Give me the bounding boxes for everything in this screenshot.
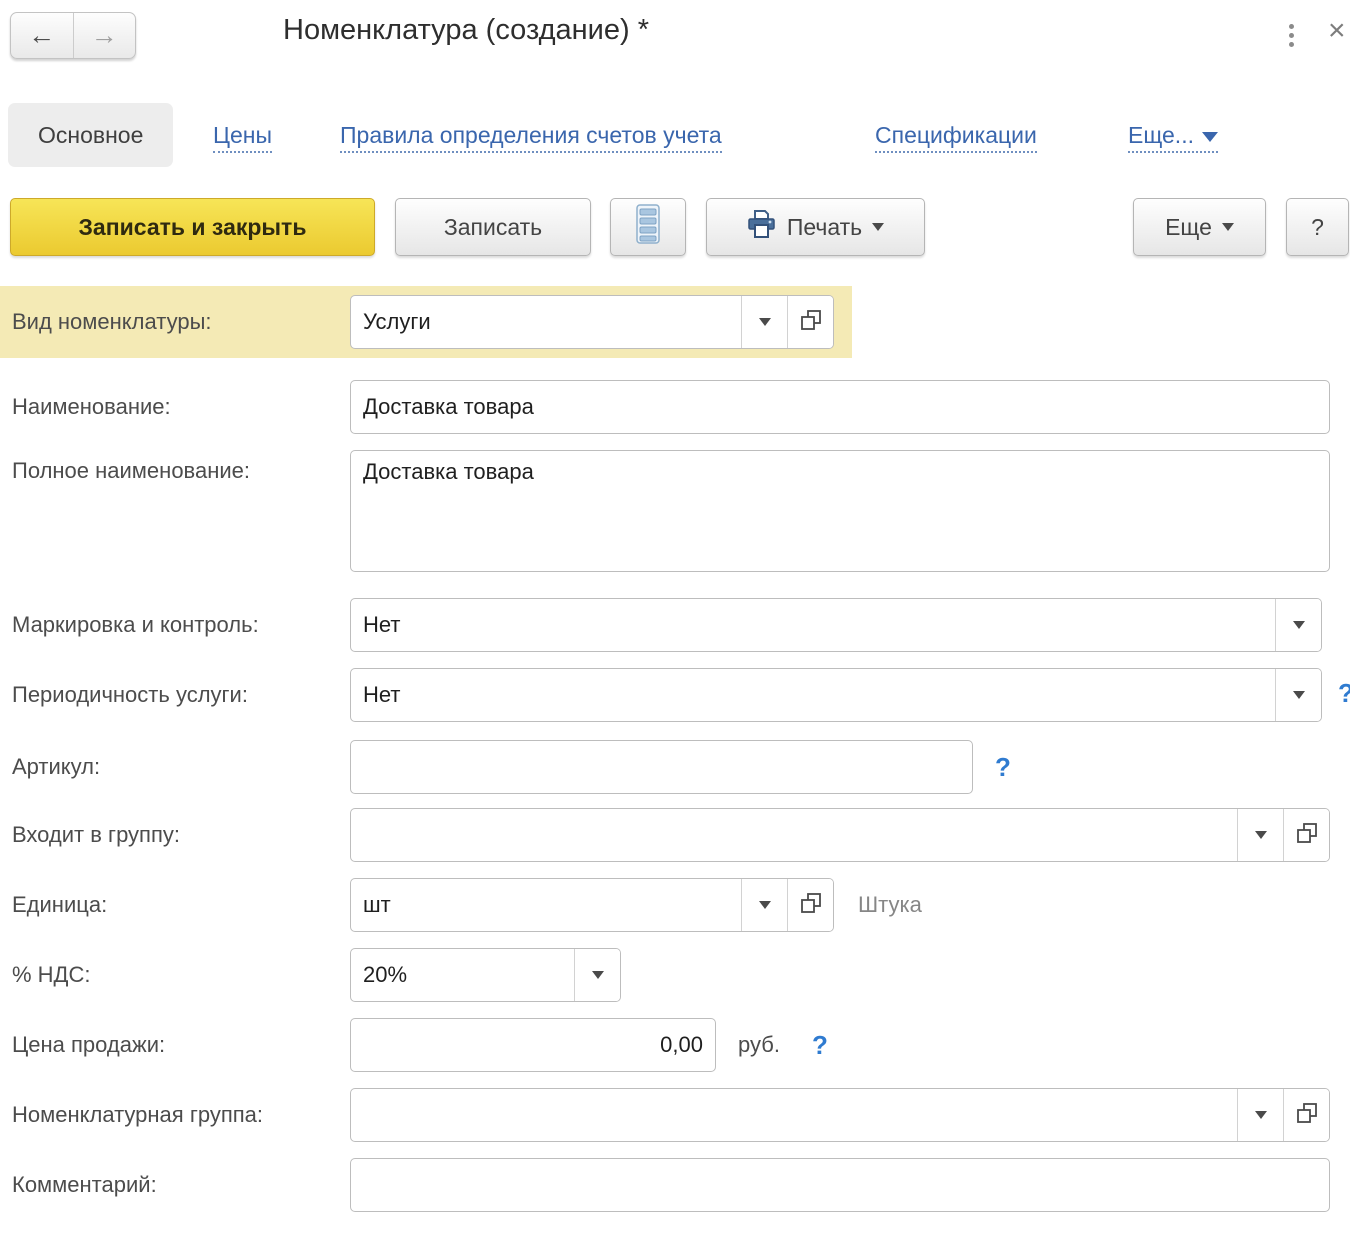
- field-label-periodicity: Периодичность услуги:: [12, 682, 350, 708]
- register-records-button[interactable]: [610, 198, 686, 256]
- tab-prices[interactable]: Цены: [213, 122, 272, 153]
- forward-button[interactable]: →: [74, 13, 136, 58]
- field-label-article: Артикул:: [12, 754, 350, 780]
- vat-combo: [350, 948, 621, 1002]
- field-label-vid: Вид номенклатуры:: [12, 309, 350, 335]
- printer-icon: [747, 209, 777, 245]
- nomenclature-create-window: ← → Номенклатура (создание) * × Основное…: [0, 0, 1350, 1240]
- currency-label: руб.: [738, 1032, 780, 1058]
- print-button-label: Печать: [787, 214, 862, 241]
- close-icon[interactable]: ×: [1328, 14, 1346, 48]
- field-label-name: Наименование:: [12, 394, 350, 420]
- vid-nomenklatury-input[interactable]: [351, 296, 741, 348]
- nom-group-open-button[interactable]: [1283, 1089, 1329, 1141]
- marking-dropdown-button[interactable]: [1275, 599, 1321, 651]
- periodicity-dropdown-button[interactable]: [1275, 669, 1321, 721]
- article-help-icon[interactable]: ?: [995, 752, 1011, 783]
- open-form-icon: [800, 892, 822, 919]
- field-label-parent-group: Входит в группу:: [12, 822, 350, 848]
- parent-group-input[interactable]: [351, 809, 1237, 861]
- nom-group-combo: [350, 1088, 1330, 1142]
- unit-input[interactable]: [351, 879, 741, 931]
- help-button[interactable]: ?: [1286, 198, 1349, 256]
- periodicity-input[interactable]: [351, 669, 1275, 721]
- periodicity-help-icon[interactable]: ?: [1338, 678, 1350, 709]
- field-label-comment: Комментарий:: [12, 1172, 350, 1198]
- tab-main[interactable]: Основное: [8, 103, 173, 167]
- unit-combo: [350, 878, 834, 932]
- history-nav-group: ← →: [10, 12, 136, 59]
- name-input[interactable]: [350, 380, 1330, 434]
- page-title: Номенклатура (создание) *: [283, 14, 649, 47]
- marking-input[interactable]: [351, 599, 1275, 651]
- dropdown-arrow-icon: [1255, 831, 1267, 839]
- vid-dropdown-button[interactable]: [741, 296, 787, 348]
- dropdown-arrow-icon: [1255, 1111, 1267, 1119]
- field-label-sale-price: Цена продажи:: [12, 1032, 350, 1058]
- tab-specifications[interactable]: Спецификации: [875, 122, 1037, 153]
- sale-price-input[interactable]: [350, 1018, 716, 1072]
- unit-dropdown-button[interactable]: [741, 879, 787, 931]
- dropdown-arrow-icon: [1293, 691, 1305, 699]
- dropdown-arrow-icon: [759, 901, 771, 909]
- vat-input[interactable]: [351, 949, 574, 1001]
- vat-dropdown-button[interactable]: [574, 949, 620, 1001]
- marking-combo: [350, 598, 1322, 652]
- nom-group-dropdown-button[interactable]: [1237, 1089, 1283, 1141]
- dropdown-arrow-icon: [872, 223, 884, 231]
- vid-open-button[interactable]: [787, 296, 833, 348]
- parent-group-dropdown-button[interactable]: [1237, 809, 1283, 861]
- sale-price-help-icon[interactable]: ?: [812, 1030, 828, 1061]
- open-form-icon: [1296, 822, 1318, 849]
- parent-group-combo: [350, 808, 1330, 862]
- comment-input[interactable]: [350, 1158, 1330, 1212]
- chevron-down-icon: [1202, 132, 1218, 142]
- more-button-label: Еще: [1165, 214, 1212, 241]
- dropdown-arrow-icon: [592, 971, 604, 979]
- tab-more[interactable]: Еще...: [1128, 122, 1218, 153]
- parent-group-open-button[interactable]: [1283, 809, 1329, 861]
- tab-account-rules[interactable]: Правила определения счетов учета: [340, 122, 722, 153]
- field-label-unit: Единица:: [12, 892, 350, 918]
- save-and-close-button[interactable]: Записать и закрыть: [10, 198, 375, 256]
- print-button[interactable]: Печать: [706, 198, 925, 256]
- nom-group-input[interactable]: [351, 1089, 1237, 1141]
- register-records-icon: [632, 202, 664, 252]
- save-button[interactable]: Записать: [395, 198, 591, 256]
- article-input[interactable]: [350, 740, 973, 794]
- tab-more-label: Еще...: [1128, 122, 1194, 148]
- more-button[interactable]: Еще: [1133, 198, 1266, 256]
- field-label-vat: % НДС:: [12, 962, 350, 988]
- kebab-menu-icon[interactable]: [1278, 18, 1304, 52]
- fullname-textarea[interactable]: Доставка товара: [350, 450, 1330, 572]
- field-label-nom-group: Номенклатурная группа:: [12, 1102, 350, 1128]
- field-label-fullname: Полное наименование:: [12, 450, 350, 484]
- dropdown-arrow-icon: [1293, 621, 1305, 629]
- unit-hint: Штука: [858, 892, 922, 918]
- vid-nomenklatury-combo: [350, 295, 834, 349]
- open-form-icon: [1296, 1102, 1318, 1129]
- periodicity-combo: [350, 668, 1322, 722]
- back-button[interactable]: ←: [11, 13, 74, 58]
- field-label-marking: Маркировка и контроль:: [12, 612, 350, 638]
- open-form-icon: [800, 309, 822, 336]
- dropdown-arrow-icon: [759, 318, 771, 326]
- dropdown-arrow-icon: [1222, 223, 1234, 231]
- unit-open-button[interactable]: [787, 879, 833, 931]
